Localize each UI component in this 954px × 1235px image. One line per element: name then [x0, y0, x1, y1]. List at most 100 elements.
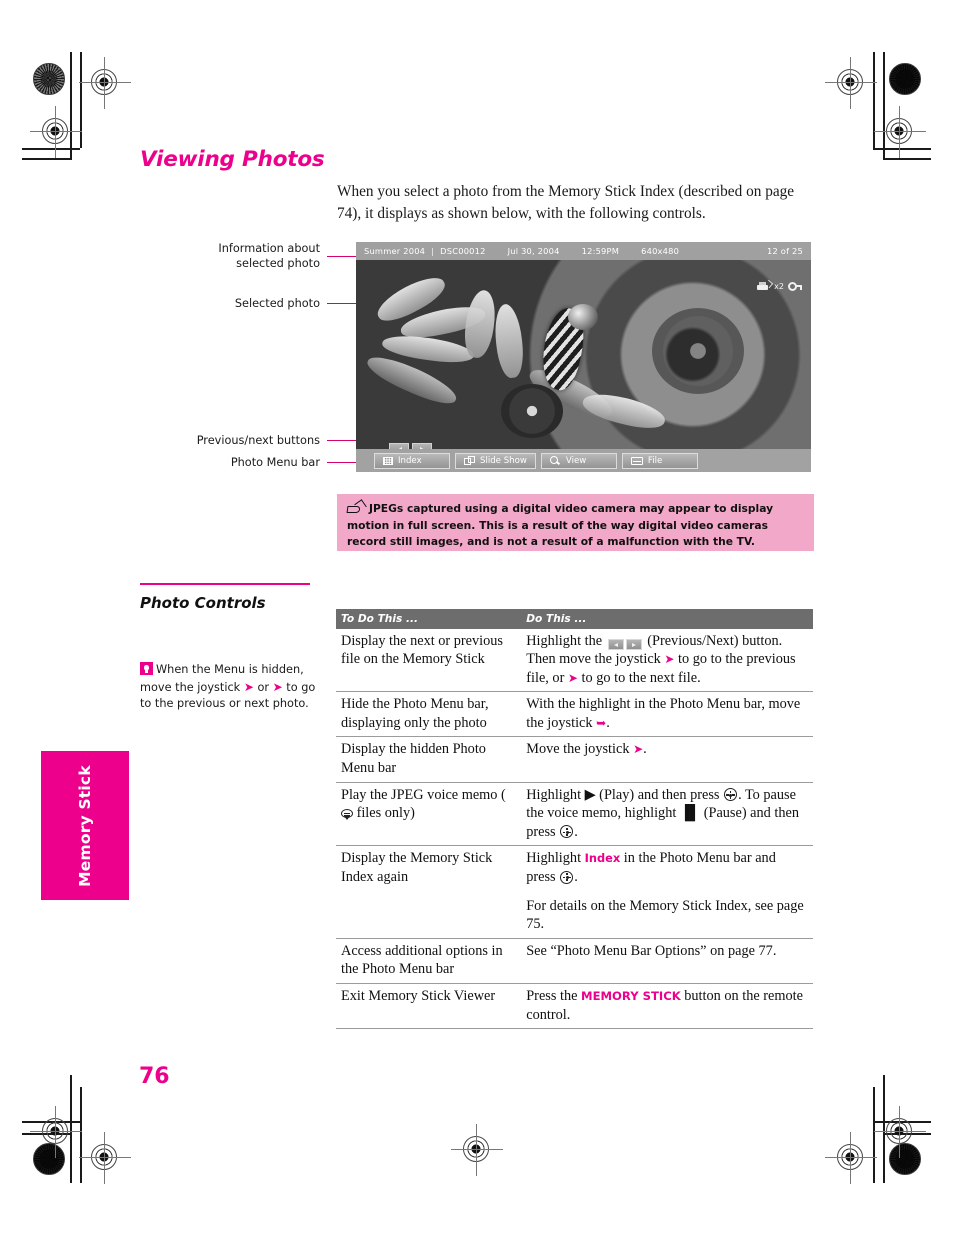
print-icon: [757, 279, 774, 292]
table-cell-task: Display the hidden Photo Menu bar: [336, 736, 522, 783]
photo-controls-table: To Do This ... Do This ... Display the n…: [336, 609, 813, 1030]
table-row: Display the hidden Photo Menu bar Move t…: [336, 736, 813, 783]
tv-screen-screenshot: Summer 2004 | DSC00012 Jul 30, 2004 12:5…: [356, 242, 811, 472]
section-side-tab: Memory Stick: [41, 751, 129, 900]
table-header-row: To Do This ... Do This ...: [336, 609, 813, 629]
action-secondary-paragraph: For details on the Memory Stick Index, s…: [526, 897, 804, 933]
crop-mark-top-left-horizontal-2: [22, 158, 70, 160]
page-title: Viewing Photos: [140, 147, 325, 172]
action-text-pre: Press the: [526, 988, 582, 1004]
lightbulb-tip-icon: [140, 662, 153, 675]
info-filename: DSC00012: [440, 246, 486, 256]
arrow-left-icon: ➤: [243, 679, 254, 694]
callout-selected-photo: Selected photo: [180, 296, 320, 311]
table-cell-action: Highlight ▶ (Play) and then press . To p…: [521, 782, 813, 847]
section-title: Photo Controls: [140, 594, 266, 612]
crop-mark-top-right-horizontal-2: [883, 158, 931, 160]
manual-page: Viewing Photos When you select a photo f…: [0, 0, 954, 1235]
table-row: Play the JPEG voice memo ( files only) H…: [336, 782, 813, 847]
file-icon: [630, 456, 643, 465]
callout-line-1: Information about: [218, 242, 320, 255]
arrow-down-icon: ➥: [596, 715, 607, 730]
table-cell-action: Press the MEMORY STICK button on the rem…: [521, 983, 813, 1030]
table-header-do-this: Do This ...: [521, 609, 813, 629]
photo-overlay-icons: x2: [757, 279, 802, 292]
print-count-label: x2: [774, 282, 784, 291]
table-cell-task: Hide the Photo Menu bar, displaying only…: [336, 691, 522, 738]
photo-detail-petal: [580, 388, 668, 434]
menu-item-slide-show[interactable]: Slide Show: [455, 452, 536, 469]
photo-menu-bar: Index Slide Show View File: [356, 449, 811, 472]
menu-item-index[interactable]: Index: [374, 452, 450, 469]
photo-info-bar: Summer 2004 | DSC00012 Jul 30, 2004 12:5…: [356, 242, 811, 260]
crop-mark-top-right-vertical: [883, 52, 885, 160]
note-text: JPEGs captured using a digital video cam…: [347, 502, 774, 548]
callout-line-1: Selected photo: [234, 297, 320, 310]
table-row: Access additional options in the Photo M…: [336, 938, 813, 985]
intro-paragraph: When you select a photo from the Memory …: [337, 183, 795, 222]
task-text-pre: Play the JPEG voice memo (: [341, 786, 506, 803]
enter-button-icon: [724, 788, 738, 802]
info-album: Summer 2004: [364, 246, 426, 256]
selected-photo-image: x2: [356, 260, 811, 449]
action-text-end: to go to the next file.: [577, 669, 701, 686]
registration-mark-top-right-a: [825, 57, 877, 109]
info-separator: |: [431, 246, 435, 256]
action-text-end: .: [574, 869, 578, 886]
table-row: Exit Memory Stick Viewer Press the MEMOR…: [336, 983, 813, 1030]
tip-note: When the Menu is hidden, move the joysti…: [140, 662, 316, 713]
note-callout-box: JPEGs captured using a digital video cam…: [337, 494, 814, 551]
callout-photo-menu-bar: Photo Menu bar: [160, 455, 320, 470]
menu-item-label: Slide Show: [480, 455, 527, 466]
info-time: 12:59PM: [581, 246, 620, 256]
action-text-pre: Highlight the: [526, 632, 606, 649]
table-cell-action: See “Photo Menu Bar Options” on page 77.: [521, 938, 813, 985]
action-text-end: .: [574, 823, 578, 840]
photo-detail-bee-head: [568, 304, 598, 330]
table-cell-task: Exit Memory Stick Viewer: [336, 983, 522, 1030]
photo-detail-background-flower: [652, 308, 744, 394]
table-row: Display the Memory Stick Index again Hig…: [336, 845, 813, 939]
voice-memo-icon: [341, 809, 353, 821]
color-rosette-bottom-right: [889, 1143, 921, 1175]
callout-previous-next-buttons: Previous/next buttons: [160, 433, 320, 448]
action-text-end: .: [606, 714, 610, 731]
side-tab-label: Memory Stick: [76, 764, 94, 887]
menu-item-file[interactable]: File: [621, 452, 698, 469]
callout-information-about-selected-photo: Information about selected photo: [180, 241, 320, 271]
enter-button-icon: [560, 870, 574, 884]
index-link[interactable]: Index: [585, 851, 621, 865]
crop-mark-top-right-horizontal: [873, 148, 931, 150]
action-text-end: .: [643, 741, 647, 758]
crop-mark-top-right-vertical-2: [873, 52, 875, 148]
task-text-post: files only): [353, 805, 415, 822]
table-cell-task: Display the next or previous file on the…: [336, 628, 522, 693]
table-cell-action: With the highlight in the Photo Menu bar…: [521, 691, 813, 738]
previous-next-button-glyph: [607, 639, 642, 650]
photo-detail-flower-center: [501, 384, 563, 438]
arrow-right-icon: ➤: [272, 679, 283, 694]
table-cell-action: Highlight the (Previous/Next) button. Th…: [521, 628, 813, 693]
callout-line-1: Previous/next buttons: [196, 434, 320, 447]
enter-button-icon: [560, 825, 574, 839]
callout-line-1: Photo Menu bar: [230, 456, 320, 469]
color-rosette-top-right: [889, 63, 921, 95]
color-rosette-bottom-left: [33, 1143, 65, 1175]
registration-mark-bottom-left-a: [79, 1132, 131, 1184]
key-lock-icon: [788, 282, 802, 291]
table-cell-task: Access additional options in the Photo M…: [336, 938, 522, 985]
crop-mark-bottom-right-vertical: [883, 1075, 885, 1183]
registration-mark-top-left-b: [30, 106, 82, 158]
table-cell-task: Play the JPEG voice memo ( files only): [336, 782, 522, 847]
registration-mark-bottom-right-a: [825, 1132, 877, 1184]
menu-item-view[interactable]: View: [540, 452, 617, 469]
registration-mark-bottom-center: [451, 1124, 503, 1176]
registration-mark-bottom-right-b: [874, 1106, 926, 1158]
menu-item-label: View: [565, 455, 587, 466]
grid-icon: [383, 456, 393, 465]
slides-icon: [464, 456, 475, 465]
action-text-pre: Move the joystick: [526, 741, 634, 758]
crop-mark-top-left-horizontal: [22, 148, 80, 150]
info-photo-counter: 12 of 25: [767, 246, 803, 256]
action-text-pre: With the highlight in the Photo Menu bar…: [526, 696, 801, 731]
